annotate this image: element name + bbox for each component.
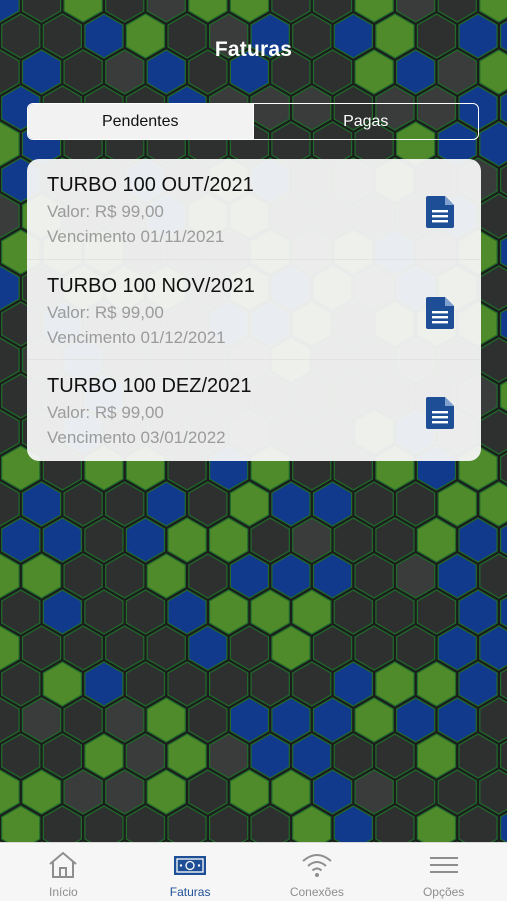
invoice-row[interactable]: TURBO 100 DEZ/2021 Valor: R$ 99,00 Venci… [27,359,481,459]
tab-label: Opções [422,885,465,899]
bottom-tab-bar: Início Faturas Conexões Opções [0,842,507,901]
wifi-icon [302,854,332,877]
tab-label: Faturas [169,885,211,899]
home-icon [49,851,78,878]
invoice-name: TURBO 100 NOV/2021 [47,275,255,297]
invoice-row[interactable]: TURBO 100 NOV/2021 Valor: R$ 99,00 Venci… [27,259,481,359]
invoice-value: Valor: R$ 99,00 [47,403,164,422]
invoice-due-date: Vencimento 01/12/2021 [47,328,226,347]
invoice-status-segmented-control: Pendentes Pagas [27,103,479,140]
banknote-icon [174,856,207,875]
tab-label: Conexões [289,885,344,899]
invoice-list: TURBO 100 OUT/2021 Valor: R$ 99,00 Venci… [27,159,481,461]
tab-pagas[interactable]: Pagas [252,104,479,139]
menu-icon [429,857,458,873]
invoice-name: TURBO 100 OUT/2021 [47,174,254,196]
invoice-name: TURBO 100 DEZ/2021 [47,375,252,397]
tab-label: Início [49,885,78,899]
invoice-value: Valor: R$ 99,00 [47,303,164,322]
invoice-value: Valor: R$ 99,00 [47,202,164,221]
invoice-due-date: Vencimento 01/11/2021 [47,227,225,246]
document-icon[interactable] [426,397,454,429]
tab-faturas[interactable]: Faturas [127,843,254,901]
document-icon[interactable] [426,196,454,228]
page-title: Faturas [214,38,293,61]
tab-inicio[interactable]: Início [0,843,127,901]
tab-conexoes[interactable]: Conexões [254,843,381,901]
document-icon[interactable] [426,297,454,329]
invoice-row[interactable]: TURBO 100 OUT/2021 Valor: R$ 99,00 Venci… [27,159,481,259]
tab-opcoes[interactable]: Opções [380,843,507,901]
tab-pendentes[interactable]: Pendentes [28,104,253,139]
invoice-due-date: Vencimento 03/01/2022 [47,428,226,447]
